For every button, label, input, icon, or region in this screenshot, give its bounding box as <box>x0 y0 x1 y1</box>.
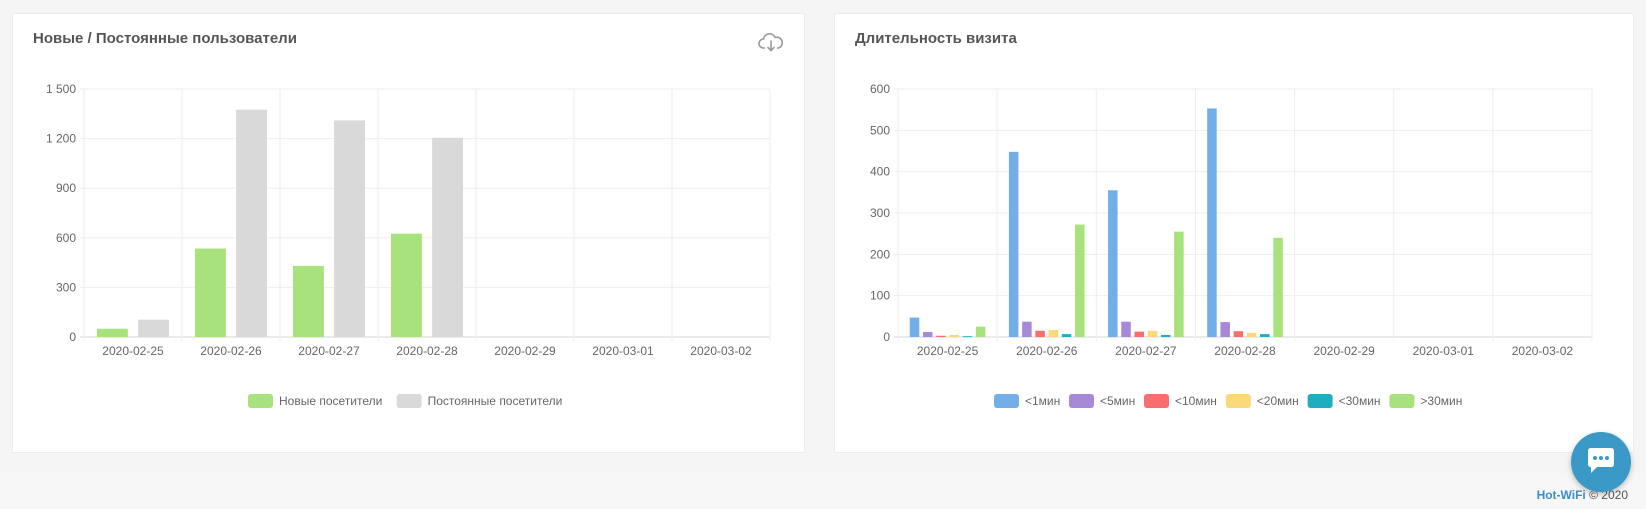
y-tick-label: 600 <box>870 82 890 96</box>
bar[interactable] <box>1174 231 1184 337</box>
bar[interactable] <box>909 317 920 337</box>
x-tick-label: 2020-02-28 <box>396 344 458 358</box>
y-tick-label: 100 <box>870 289 890 303</box>
bar[interactable] <box>1061 334 1072 337</box>
bar[interactable] <box>1134 331 1145 337</box>
bar[interactable] <box>1260 334 1270 337</box>
bar[interactable] <box>292 265 324 337</box>
y-tick-label: 900 <box>56 181 76 195</box>
bar[interactable] <box>432 137 464 337</box>
new-returning-users-card: Новые / Постоянные пользователи 0 300 600 9… <box>12 13 805 453</box>
bar[interactable] <box>1075 224 1085 337</box>
visit-duration-card: Длительность визита 0 100 200 300 400 500 600 2… <box>834 13 1634 453</box>
x-tick-label: 2020-03-01 <box>592 344 654 358</box>
x-tick-label: 2020-02-27 <box>298 344 360 358</box>
page-footer <box>0 473 1646 509</box>
bar[interactable] <box>236 109 268 338</box>
y-tick-label: 400 <box>870 165 890 179</box>
x-tick-label: 2020-02-27 <box>1115 344 1177 358</box>
legend-label: Постоянные посетители <box>428 394 563 408</box>
bar[interactable] <box>1233 331 1244 337</box>
legend-swatch <box>994 394 1019 408</box>
bar[interactable] <box>1121 321 1131 337</box>
legend-item[interactable]: <10мин <box>1144 394 1217 408</box>
bar[interactable] <box>1108 190 1118 337</box>
brand-link[interactable]: Hot-WiFi <box>1537 488 1586 502</box>
chat-icon <box>1588 448 1614 473</box>
legend-label: <20мин <box>1257 394 1299 408</box>
y-tick-label: 0 <box>883 330 890 344</box>
y-tick-label: 600 <box>56 231 76 245</box>
x-tick-label: 2020-02-26 <box>200 344 262 358</box>
new-returning-users-chart: 0 300 600 900 1 200 1 500 2020-02-25 2020-02-26… <box>46 82 771 408</box>
bar[interactable] <box>1160 334 1171 337</box>
bar[interactable] <box>138 319 170 337</box>
x-tick-label: 2020-03-02 <box>690 344 752 358</box>
bar[interactable] <box>1048 329 1059 337</box>
x-tick-label: 2020-03-02 <box>1512 344 1574 358</box>
x-tick-label: 2020-02-26 <box>1016 344 1078 358</box>
bar[interactable] <box>922 332 933 337</box>
bar[interactable] <box>949 334 959 337</box>
legend-item[interactable]: <20мин <box>1225 394 1299 408</box>
legend-label: Новые посетители <box>279 394 382 408</box>
chat-button[interactable] <box>1571 432 1631 492</box>
y-tick-label: 300 <box>56 280 76 294</box>
y-tick-label: 1 500 <box>46 82 76 96</box>
bar[interactable] <box>194 248 226 337</box>
visit-duration-chart: 0 100 200 300 400 500 600 2020-02-25 2020-02-26 2… <box>870 82 1593 408</box>
bar[interactable] <box>390 233 422 337</box>
bar[interactable] <box>1008 151 1019 337</box>
x-tick-label: 2020-02-29 <box>1313 344 1375 358</box>
legend-swatch <box>1389 394 1415 408</box>
y-tick-label: 500 <box>870 123 890 137</box>
bar[interactable] <box>1273 237 1283 337</box>
bar[interactable] <box>1246 332 1257 337</box>
legend-swatch <box>1069 394 1094 408</box>
legend-swatch <box>1307 394 1333 408</box>
bar[interactable] <box>1147 330 1158 337</box>
legend-swatch <box>396 394 422 408</box>
x-tick-label: 2020-02-25 <box>917 344 979 358</box>
x-tick-label: 2020-02-25 <box>102 344 164 358</box>
bar[interactable] <box>1022 321 1032 337</box>
legend-swatch <box>1144 394 1169 408</box>
bar[interactable] <box>1220 322 1230 337</box>
legend-swatch <box>1225 394 1251 408</box>
y-tick-label: 0 <box>69 330 76 344</box>
bar[interactable] <box>936 335 946 337</box>
y-tick-label: 200 <box>870 247 890 261</box>
x-tick-label: 2020-03-01 <box>1413 344 1475 358</box>
legend-item[interactable]: Постоянные посетители <box>396 394 563 408</box>
footer-copyright: Hot-WiFi © 2020 <box>1537 488 1628 502</box>
legend-label: <5мин <box>1100 394 1135 408</box>
y-tick-label: 300 <box>870 206 890 220</box>
legend-label: <10мин <box>1175 394 1217 408</box>
bar[interactable] <box>975 326 986 337</box>
bar[interactable] <box>1035 330 1045 337</box>
y-tick-label: 1 200 <box>46 132 76 146</box>
legend-item[interactable]: <1мин <box>994 394 1060 408</box>
legend-label: >30мин <box>1420 394 1462 408</box>
bar[interactable] <box>1207 108 1217 337</box>
legend-item[interactable]: Новые посетители <box>248 394 382 408</box>
legend-item[interactable]: >30мин <box>1389 394 1462 408</box>
x-tick-label: 2020-02-29 <box>494 344 556 358</box>
legend-label: <30мин <box>1339 394 1381 408</box>
bar[interactable] <box>334 120 366 337</box>
legend-swatch <box>248 394 273 408</box>
legend-item[interactable]: <30мин <box>1307 394 1381 408</box>
bar[interactable] <box>962 336 973 337</box>
legend-label: <1мин <box>1025 394 1060 408</box>
legend-item[interactable]: <5мин <box>1069 394 1135 408</box>
bar[interactable] <box>96 328 128 337</box>
x-tick-label: 2020-02-28 <box>1214 344 1276 358</box>
